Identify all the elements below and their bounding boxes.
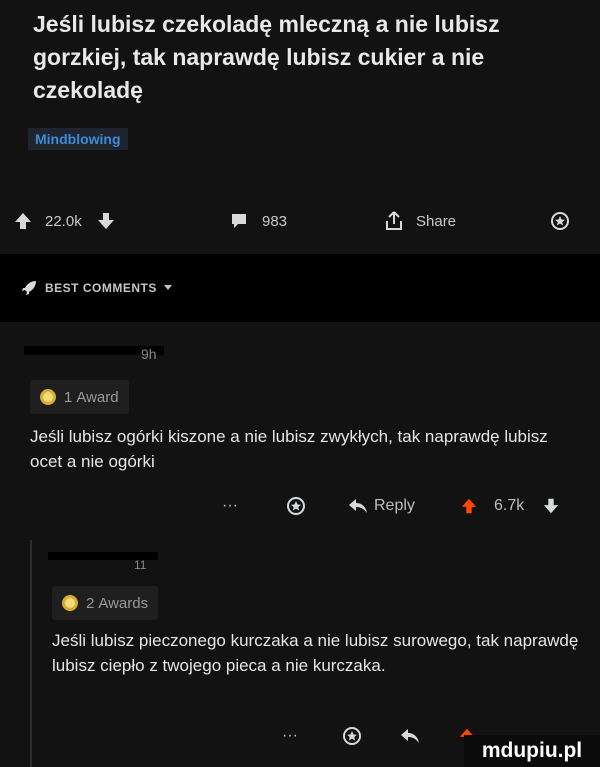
comment-vote-group: 6.7k (460, 492, 560, 520)
award-medal-icon (38, 387, 58, 407)
comments-list: 9h 1 Award Jeśli lubisz ogórki kiszone a… (0, 322, 600, 767)
award-label: Award (76, 388, 119, 406)
comment-icon (230, 212, 248, 230)
award-chip[interactable]: 1 Award (30, 380, 129, 414)
post-title: Jeśli lubisz czekoladę mleczną a nie lub… (33, 11, 500, 103)
rocket-icon (20, 279, 38, 297)
share-button[interactable]: Share (384, 204, 456, 238)
post-action-bar: 22.0k 983 Share (0, 204, 600, 238)
reply-icon[interactable] (400, 722, 420, 750)
vote-count: 6.7k (494, 497, 525, 514)
post: Jeśli lubisz czekoladę mleczną a nie lub… (0, 0, 600, 245)
more-options[interactable]: ··· (222, 492, 238, 520)
sort-label: BEST COMMENTS (45, 281, 157, 295)
award-chip[interactable]: 2 Awards (52, 586, 159, 620)
upvote-count: 22.0k (45, 212, 82, 230)
award-label: Awards (98, 594, 149, 612)
thread-line[interactable] (30, 540, 32, 767)
upvote-icon[interactable] (460, 497, 478, 515)
sort-bar[interactable]: BEST COMMENTS (0, 254, 600, 322)
chevron-down-icon (163, 284, 173, 292)
post-flair[interactable]: Mindblowing (28, 128, 128, 150)
award-badge-icon[interactable] (286, 492, 306, 520)
downvote-icon[interactable] (542, 497, 560, 515)
share-label: Share (416, 212, 457, 230)
comment-body: Jeśli lubisz ogórki kiszone a nie lubisz… (30, 427, 548, 471)
share-icon (384, 210, 404, 232)
comment-body: Jeśli lubisz pieczonego kurczaka a nie l… (52, 631, 579, 675)
upvote-icon[interactable] (13, 211, 33, 231)
more-options[interactable]: ··· (282, 722, 298, 750)
comment-time: 11 (134, 558, 147, 572)
comments-button[interactable]: 983 (230, 204, 287, 238)
award-button[interactable] (550, 204, 570, 238)
award-count: 2 (86, 594, 95, 612)
watermark: mdupiu.pl (464, 735, 600, 767)
award-medal-icon (60, 593, 80, 613)
award-badge-icon (550, 211, 570, 231)
reply-button[interactable]: Reply (348, 492, 415, 520)
downvote-icon[interactable] (96, 211, 116, 231)
award-badge-icon[interactable] (342, 722, 362, 750)
reply-icon (348, 498, 368, 514)
award-count: 1 (64, 388, 73, 406)
vote-group: 22.0k (13, 204, 116, 238)
comment-count: 983 (262, 212, 288, 230)
comment-time: 9h (141, 346, 157, 362)
reply-label: Reply (374, 497, 415, 514)
